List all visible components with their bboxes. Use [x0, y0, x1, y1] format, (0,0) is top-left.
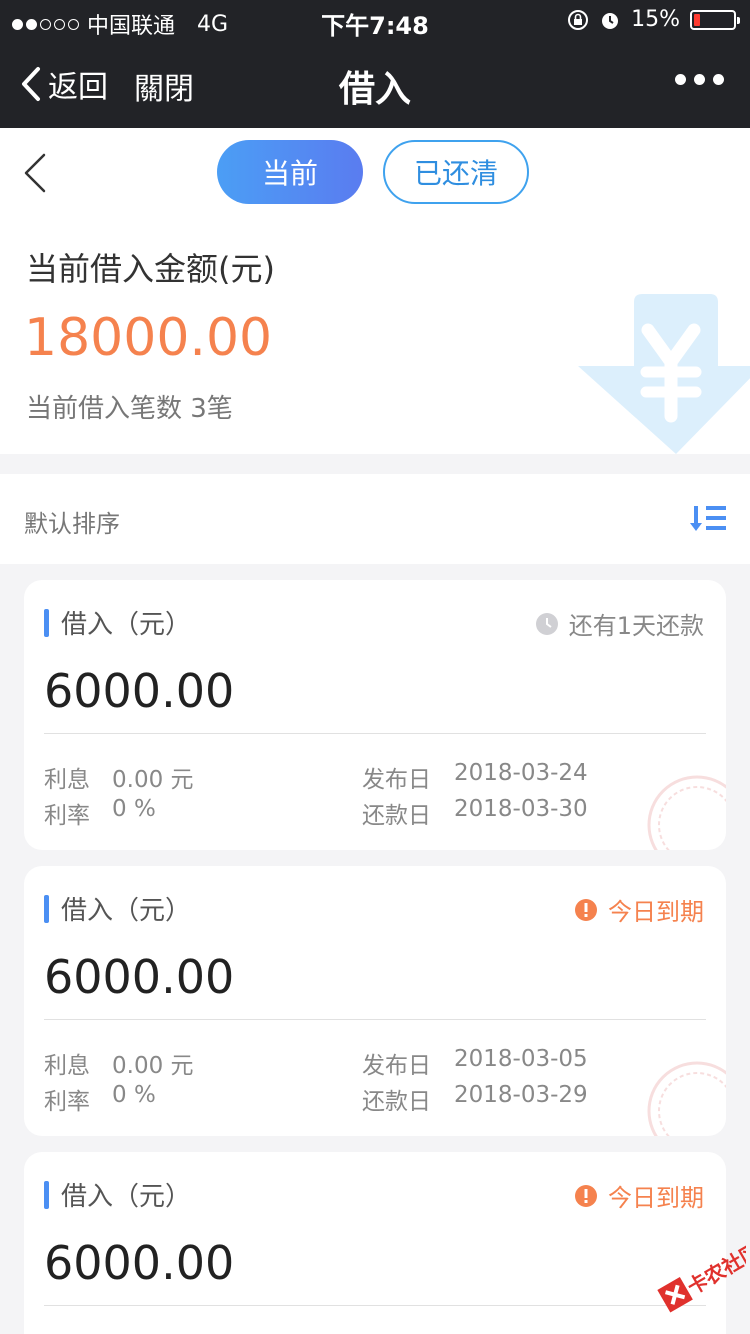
battery-icon — [690, 9, 740, 30]
loan-amount: 6000.00 — [44, 950, 235, 1004]
watermark-logo: 卡农社区 — [657, 1240, 746, 1313]
accent-bar — [44, 1180, 49, 1209]
loan-count: 当前借入笔数 3笔 — [26, 394, 233, 424]
publish-label: 发布日 — [362, 1053, 431, 1079]
top-bar: 中国联通 4G 下午7:48 15% 返回 關閉 借入 — [0, 0, 750, 128]
interest-label: 利息 — [44, 767, 90, 793]
yen-download-icon — [578, 294, 750, 454]
rate-label: 利率 — [44, 803, 90, 829]
loan-card[interactable]: 借入（元） 还有1天还款 6000.00 利息 0.00 元 利率 0 % 发布… — [24, 580, 726, 850]
alarm-icon — [602, 12, 619, 29]
loan-label: 借入（元） — [61, 610, 192, 640]
summary-section: 当前 已还清 当前借入金额(元) 18000.00 当前借入笔数 3笔 — [0, 128, 750, 454]
sort-bar: 默认排序 — [0, 474, 750, 564]
divider — [44, 1305, 706, 1306]
total-amount: 18000.00 — [24, 308, 273, 368]
alert-icon — [575, 898, 597, 921]
loan-card[interactable]: 借入（元） 今日到期 6000.00 — [24, 1152, 726, 1334]
alert-icon — [575, 1184, 597, 1207]
loan-status: 今日到期 — [574, 1178, 704, 1213]
chevron-left-icon[interactable] — [22, 152, 48, 194]
page-title: 借入 — [338, 69, 411, 110]
more-icon[interactable] — [675, 74, 724, 85]
sort-label[interactable]: 默认排序 — [24, 504, 120, 539]
rate-value: 0 % — [112, 796, 156, 822]
battery-percent: 15% — [631, 7, 680, 32]
interest-value: 0.00 元 — [112, 767, 194, 793]
divider — [44, 1019, 706, 1020]
loan-card[interactable]: 借入（元） 今日到期 6000.00 利息 0.00 元 利率 0 % 发布日 … — [24, 866, 726, 1136]
repay-date: 2018-03-30 — [454, 796, 588, 822]
accent-bar — [44, 894, 49, 923]
status-bar: 中国联通 4G 下午7:48 15% — [0, 0, 750, 40]
rotation-lock-icon — [568, 9, 589, 30]
rate-value: 0 % — [112, 1082, 156, 1108]
stamp-icon — [647, 1061, 726, 1136]
stamp-icon — [647, 775, 726, 850]
tab-current[interactable]: 当前 — [217, 140, 363, 204]
divider — [44, 733, 706, 734]
publish-date: 2018-03-05 — [454, 1046, 588, 1072]
loan-amount: 6000.00 — [44, 1236, 235, 1290]
clock-icon — [535, 612, 558, 635]
repay-label: 还款日 — [362, 1089, 431, 1115]
loan-label: 借入（元） — [61, 896, 192, 926]
tab-cleared[interactable]: 已还清 — [383, 140, 529, 204]
nav-bar: 返回 關閉 借入 — [0, 40, 750, 128]
accent-bar — [44, 608, 49, 637]
sort-icon[interactable] — [690, 504, 728, 534]
amount-label: 当前借入金额(元) — [26, 250, 275, 288]
rate-label: 利率 — [44, 1089, 90, 1115]
repay-date: 2018-03-29 — [454, 1082, 588, 1108]
loan-status: 今日到期 — [574, 892, 704, 927]
publish-date: 2018-03-24 — [454, 760, 588, 786]
loan-label: 借入（元） — [61, 1182, 192, 1212]
watermark-text: 卡农社区 — [683, 1240, 746, 1299]
interest-value: 0.00 元 — [112, 1053, 194, 1079]
publish-label: 发布日 — [362, 767, 431, 793]
loan-amount: 6000.00 — [44, 664, 235, 718]
loan-status: 还有1天还款 — [535, 606, 704, 641]
repay-label: 还款日 — [362, 803, 431, 829]
interest-label: 利息 — [44, 1053, 90, 1079]
